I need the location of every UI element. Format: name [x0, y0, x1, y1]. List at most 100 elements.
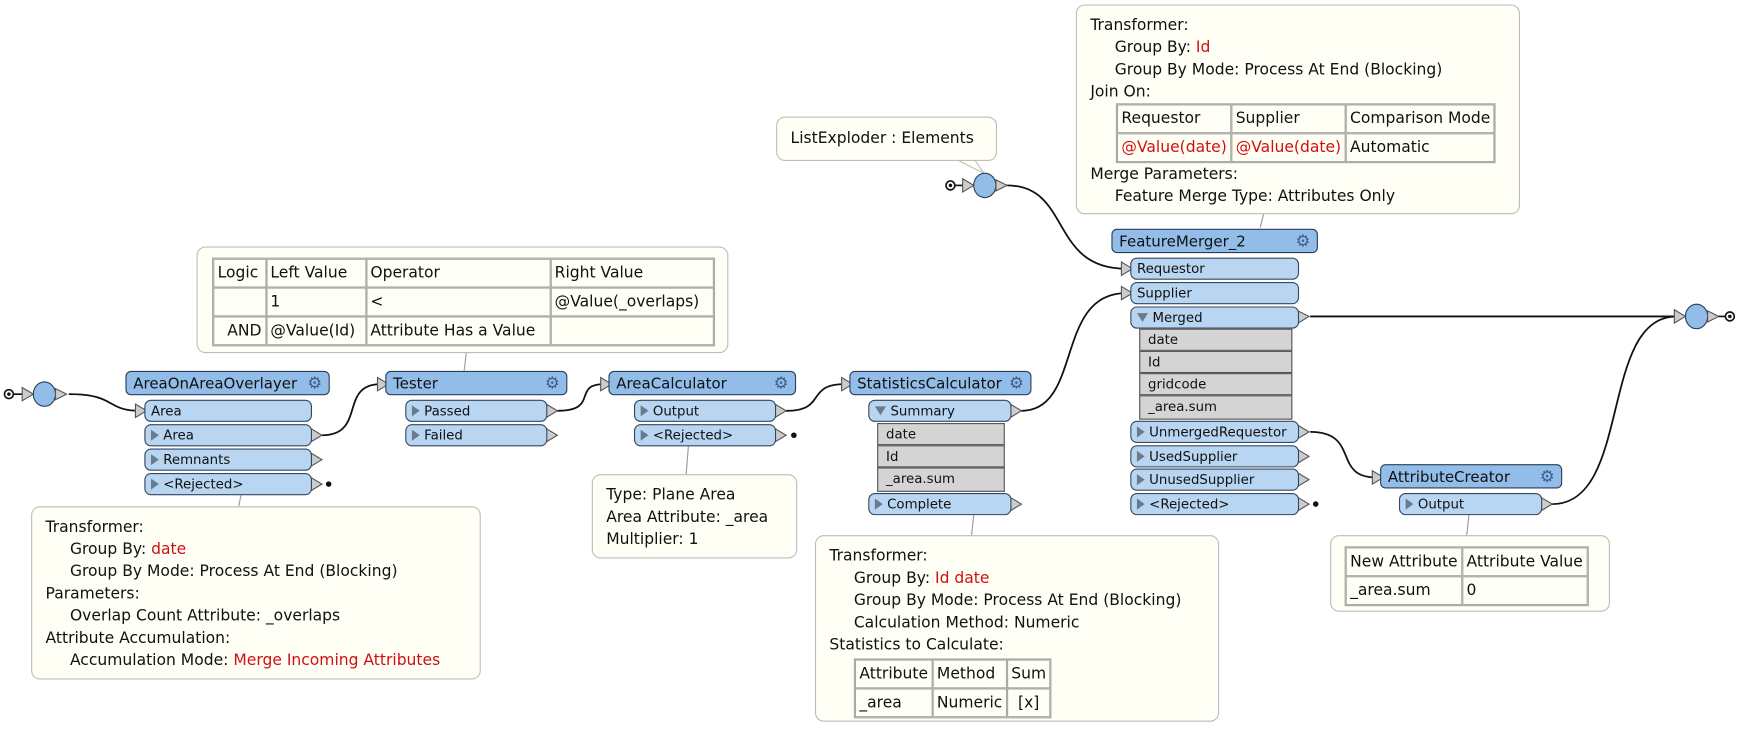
- output-port-output[interactable]: Output: [633, 399, 777, 422]
- collapse-icon[interactable]: [874, 406, 887, 416]
- table-cell: Numeric: [932, 688, 1007, 718]
- collapse-icon[interactable]: [1136, 313, 1149, 322]
- output-port-rejected[interactable]: <Rejected>: [144, 472, 312, 496]
- table-cell: [213, 287, 266, 317]
- expand-icon[interactable]: [874, 498, 883, 510]
- port-label: <Rejected>: [652, 427, 734, 444]
- port-label: <Rejected>: [163, 476, 244, 492]
- table-cell: @Value(Id): [265, 316, 366, 346]
- feature-merger-annotation[interactable]: Transformer: Group By: Id Group By Mode:…: [1075, 4, 1521, 215]
- area-on-area-overlayer-node[interactable]: AreaOnAreaOverlayer ⚙: [125, 370, 330, 396]
- annotation-line: Multiplier: 1: [606, 530, 699, 549]
- gear-icon[interactable]: ⚙: [1538, 467, 1557, 486]
- area-calculator-node[interactable]: AreaCalculator ⚙: [608, 370, 797, 396]
- expand-icon[interactable]: [640, 429, 649, 441]
- attribute-creator-node[interactable]: AttributeCreator ⚙: [1380, 464, 1563, 489]
- gear-icon[interactable]: ⚙: [1007, 374, 1026, 393]
- expand-icon[interactable]: [151, 429, 159, 441]
- table-row: _area Numeric [x]: [854, 688, 1051, 718]
- output-port-merged[interactable]: Merged: [1130, 306, 1300, 329]
- node-title: AreaOnAreaOverlayer: [133, 375, 298, 394]
- annotation-line: Group By: Id date: [853, 569, 990, 588]
- statistics-annotation[interactable]: Transformer: Group By: Id date Group By …: [814, 535, 1220, 722]
- table-cell: Operator: [365, 258, 551, 288]
- expand-icon[interactable]: [1136, 450, 1145, 462]
- expand-icon[interactable]: [1136, 498, 1145, 510]
- output-port-area[interactable]: Area: [144, 424, 312, 447]
- statistics-calculator-node[interactable]: StatisticsCalculator ⚙: [849, 370, 1032, 396]
- output-connector: [1673, 303, 1736, 330]
- table-row: @Value(date) @Value(date) Automatic: [1116, 133, 1495, 163]
- feature-merger-node[interactable]: FeatureMerger_2 ⚙: [1111, 228, 1318, 254]
- connection-wire: [68, 393, 140, 412]
- port-label: Area: [151, 403, 182, 419]
- expand-icon[interactable]: [411, 429, 420, 441]
- annotation-line: Join On:: [1090, 83, 1151, 102]
- output-port-unused-supplier[interactable]: UnusedSupplier: [1130, 468, 1300, 491]
- tester-annotation[interactable]: Logic Left Value Operator Right Value 1 < @Va…: [196, 246, 729, 354]
- annotation-line: Calculation Method: Numeric: [853, 613, 1080, 632]
- input-port-supplier[interactable]: Supplier: [1130, 282, 1300, 305]
- table-cell: Attribute Has a Value: [365, 316, 551, 346]
- annotation-line: Group By: Id: [1114, 38, 1211, 57]
- port-label: Complete: [887, 496, 952, 512]
- list-exploder-annotation[interactable]: ListExploder : Elements: [776, 116, 998, 161]
- gear-icon[interactable]: ⚙: [1293, 231, 1312, 251]
- table-cell: Method: [932, 659, 1007, 689]
- tester-conditions-table: Logic Left Value Operator Right Value 1 < @Va…: [212, 257, 716, 347]
- expand-icon[interactable]: [1136, 426, 1145, 438]
- input-port-requestor[interactable]: Requestor: [1130, 257, 1300, 280]
- attribute-row: _area.sum: [1139, 395, 1293, 420]
- port-label: UsedSupplier: [1149, 448, 1238, 465]
- annotation-line: Group By Mode: Process At End (Blocking): [1114, 61, 1443, 79]
- node-title: StatisticsCalculator: [857, 375, 1002, 394]
- output-port-used-supplier[interactable]: UsedSupplier: [1130, 445, 1300, 468]
- output-port-rejected[interactable]: <Rejected>: [633, 424, 777, 447]
- annotation-line: Merge Parameters:: [1090, 165, 1238, 184]
- expand-icon[interactable]: [151, 454, 159, 466]
- table-cell: Right Value: [550, 258, 714, 288]
- table-cell: New Attribute: [1345, 547, 1463, 577]
- port-label: Merged: [1152, 309, 1203, 326]
- table-cell: Supplier: [1231, 104, 1346, 134]
- port-label: Summary: [890, 403, 955, 419]
- table-header-row: Logic Left Value Operator Right Value: [213, 258, 714, 288]
- output-port-summary[interactable]: Summary: [868, 399, 1012, 422]
- expand-icon[interactable]: [151, 478, 159, 490]
- expand-icon[interactable]: [1405, 498, 1414, 510]
- gear-icon[interactable]: ⚙: [543, 374, 562, 393]
- attribute-creator-annotation[interactable]: New Attribute Attribute Value _area.sum 0: [1330, 535, 1610, 612]
- port-label: UnmergedRequestor: [1149, 424, 1287, 440]
- output-port-complete[interactable]: Complete: [868, 492, 1012, 516]
- annotation-line: Statistics to Calculate:: [829, 636, 1004, 654]
- output-port-output[interactable]: Output: [1398, 492, 1543, 516]
- tester-node[interactable]: Tester ⚙: [385, 370, 568, 396]
- output-port-failed[interactable]: Failed: [405, 424, 548, 447]
- input-port-area[interactable]: Area: [144, 399, 312, 422]
- annotation-line: Area Attribute: _area: [606, 508, 769, 527]
- attribute-row: date: [877, 423, 1005, 446]
- annotation-line: Parameters:: [45, 585, 140, 603]
- attribute-row: date: [1139, 328, 1293, 351]
- expand-icon[interactable]: [411, 405, 420, 417]
- gear-icon[interactable]: ⚙: [305, 374, 324, 393]
- area-on-area-annotation[interactable]: Transformer: Group By: date Group By Mod…: [31, 506, 481, 680]
- table-cell: <: [365, 287, 551, 317]
- table-row: _area.sum 0: [1345, 576, 1588, 606]
- output-port-passed[interactable]: Passed: [405, 399, 548, 422]
- annotation-line: Transformer:: [1090, 16, 1189, 35]
- expand-icon[interactable]: [1136, 474, 1145, 486]
- gear-icon[interactable]: ⚙: [772, 374, 791, 393]
- workspace-canvas[interactable]: ListExploder : Elements AreaOnAreaOverla…: [0, 0, 1741, 728]
- area-calculator-annotation[interactable]: Type: Plane Area Area Attribute: _area M…: [591, 474, 798, 559]
- expand-icon[interactable]: [640, 405, 649, 417]
- node-title: Tester: [393, 375, 438, 394]
- annotation-line: Type: Plane Area: [606, 486, 736, 505]
- output-port-rejected[interactable]: <Rejected>: [1130, 492, 1300, 516]
- connection-wire: [1021, 292, 1126, 412]
- statistics-table: Attribute Method Sum _area Numeric [x]: [853, 658, 1052, 719]
- table-cell: [550, 316, 714, 346]
- port-label: Failed: [424, 427, 463, 444]
- output-port-remnants[interactable]: Remnants: [144, 448, 312, 471]
- output-port-unmerged-requestor[interactable]: UnmergedRequestor: [1130, 420, 1300, 444]
